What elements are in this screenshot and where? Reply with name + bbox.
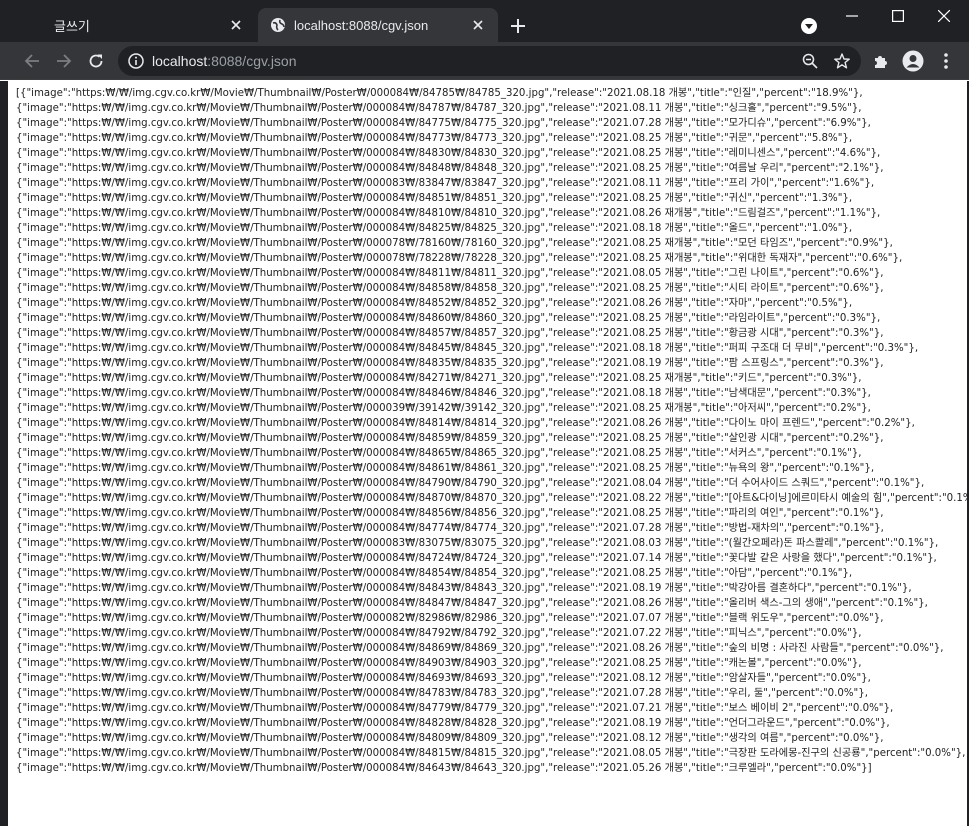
profile-icon [902, 50, 924, 72]
info-icon[interactable] [127, 52, 145, 70]
json-line: {"image":"https:₩/₩/img.cgv.co.kr₩/Movie… [16, 388, 871, 399]
close-icon[interactable] [468, 15, 488, 35]
json-text: [{"image":"https:₩/₩/img.cgv.co.kr₩/Movi… [8, 81, 969, 776]
json-line: {"image":"https:₩/₩/img.cgv.co.kr₩/Movie… [16, 298, 853, 309]
new-tab-button[interactable] [506, 14, 530, 38]
json-line: {"image":"https:₩/₩/img.cgv.co.kr₩/Movie… [16, 328, 884, 339]
json-line: {"image":"https:₩/₩/img.cgv.co.kr₩/Movie… [16, 403, 871, 414]
json-line: {"image":"https:₩/₩/img.cgv.co.kr₩/Movie… [16, 343, 919, 354]
json-line: {"image":"https:₩/₩/img.cgv.co.kr₩/Movie… [16, 268, 884, 279]
star-icon[interactable] [832, 51, 852, 71]
profile-button[interactable] [901, 49, 925, 73]
json-line: {"image":"https:₩/₩/img.cgv.co.kr₩/Movie… [16, 478, 925, 489]
forward-button[interactable] [50, 47, 78, 75]
minimize-button[interactable] [829, 0, 875, 32]
reload-button[interactable] [82, 47, 110, 75]
page-content: [{"image":"https:₩/₩/img.cgv.co.kr₩/Movi… [0, 81, 969, 826]
puzzle-icon [875, 56, 887, 68]
json-line: {"image":"https:₩/₩/img.cgv.co.kr₩/Movie… [16, 133, 853, 144]
json-line: {"image":"https:₩/₩/img.cgv.co.kr₩/Movie… [16, 643, 944, 654]
json-line: {"image":"https:₩/₩/img.cgv.co.kr₩/Movie… [16, 178, 875, 189]
json-line: {"image":"https:₩/₩/img.cgv.co.kr₩/Movie… [16, 103, 862, 114]
json-line: {"image":"https:₩/₩/img.cgv.co.kr₩/Movie… [16, 373, 862, 384]
reload-icon [89, 54, 103, 68]
json-line: {"image":"https:₩/₩/img.cgv.co.kr₩/Movie… [16, 223, 853, 234]
json-line: {"image":"https:₩/₩/img.cgv.co.kr₩/Movie… [16, 583, 912, 594]
json-line: {"image":"https:₩/₩/img.cgv.co.kr₩/Movie… [16, 463, 875, 474]
menu-button[interactable] [934, 49, 958, 73]
address-bar[interactable]: localhost:8088/cgv.json [118, 46, 861, 76]
minimize-icon [846, 15, 858, 17]
close-window-button[interactable] [921, 0, 967, 32]
json-line: {"image":"https:₩/₩/img.cgv.co.kr₩/Movie… [16, 208, 881, 219]
json-line: {"image":"https:₩/₩/img.cgv.co.kr₩/Movie… [16, 748, 966, 759]
json-line: {"image":"https:₩/₩/img.cgv.co.kr₩/Movie… [16, 313, 881, 324]
zoom-icon[interactable] [800, 51, 820, 71]
json-line: {"image":"https:₩/₩/img.cgv.co.kr₩/Movie… [16, 598, 928, 609]
json-line: {"image":"https:₩/₩/img.cgv.co.kr₩/Movie… [16, 148, 881, 159]
extensions-button[interactable] [869, 49, 893, 73]
json-line: {"image":"https:₩/₩/img.cgv.co.kr₩/Movie… [16, 433, 884, 444]
maximize-icon [892, 10, 904, 22]
url-path: :8088/cgv.json [207, 53, 297, 69]
json-line: {"image":"https:₩/₩/img.cgv.co.kr₩/Movie… [16, 553, 937, 564]
back-button[interactable] [18, 47, 46, 75]
kebab-icon [944, 53, 948, 69]
json-line: {"image":"https:₩/₩/img.cgv.co.kr₩/Movie… [16, 238, 893, 249]
browser-toolbar: localhost:8088/cgv.json [0, 42, 969, 80]
forward-arrow-icon [57, 54, 72, 68]
json-line: {"image":"https:₩/₩/img.cgv.co.kr₩/Movie… [16, 418, 915, 429]
json-line: {"image":"https:₩/₩/img.cgv.co.kr₩/Movie… [16, 508, 884, 519]
tab-title: localhost:8088/cgv.json [294, 17, 429, 33]
json-line: {"image":"https:₩/₩/img.cgv.co.kr₩/Movie… [16, 673, 871, 684]
json-line: {"image":"https:₩/₩/img.cgv.co.kr₩/Movie… [16, 718, 890, 729]
json-line: {"image":"https:₩/₩/img.cgv.co.kr₩/Movie… [16, 688, 868, 699]
tab-cgv-json[interactable]: localhost:8088/cgv.json [258, 8, 498, 42]
json-line: {"image":"https:₩/₩/img.cgv.co.kr₩/Movie… [16, 703, 894, 714]
json-line: {"image":"https:₩/₩/img.cgv.co.kr₩/Movie… [16, 613, 884, 624]
json-line: {"image":"https:₩/₩/img.cgv.co.kr₩/Movie… [16, 628, 862, 639]
maximize-button[interactable] [875, 0, 921, 32]
json-line: {"image":"https:₩/₩/img.cgv.co.kr₩/Movie… [16, 568, 853, 579]
json-line: {"image":"https:₩/₩/img.cgv.co.kr₩/Movie… [16, 658, 862, 669]
browser-titlebar: 글쓰기 localhost:8088/cgv.json [0, 0, 969, 42]
tab-title: 글쓰기 [54, 18, 90, 34]
json-line: {"image":"https:₩/₩/img.cgv.co.kr₩/Movie… [16, 733, 884, 744]
json-line: {"image":"https:₩/₩/img.cgv.co.kr₩/Movie… [16, 193, 853, 204]
url-host: localhost [152, 53, 208, 69]
chevron-down-icon [801, 18, 817, 34]
back-arrow-icon [24, 54, 39, 68]
close-icon [938, 10, 950, 22]
json-line: {"image":"https:₩/₩/img.cgv.co.kr₩/Movie… [16, 448, 862, 459]
json-line: {"image":"https:₩/₩/img.cgv.co.kr₩/Movie… [16, 763, 872, 774]
json-line: {"image":"https:₩/₩/img.cgv.co.kr₩/Movie… [16, 358, 884, 369]
json-line: {"image":"https:₩/₩/img.cgv.co.kr₩/Movie… [16, 493, 969, 504]
json-line: {"image":"https:₩/₩/img.cgv.co.kr₩/Movie… [16, 163, 884, 174]
json-line: {"image":"https:₩/₩/img.cgv.co.kr₩/Movie… [16, 118, 871, 129]
json-line: [{"image":"https:₩/₩/img.cgv.co.kr₩/Movi… [16, 88, 863, 99]
tab-write[interactable]: 글쓰기 [8, 8, 256, 42]
globe-icon [270, 17, 286, 33]
url-text[interactable]: localhost:8088/cgv.json [152, 53, 297, 69]
json-line: {"image":"https:₩/₩/img.cgv.co.kr₩/Movie… [16, 538, 939, 549]
json-line: {"image":"https:₩/₩/img.cgv.co.kr₩/Movie… [16, 283, 884, 294]
close-icon[interactable] [226, 15, 246, 35]
tab-search-button[interactable] [799, 16, 819, 36]
json-line: {"image":"https:₩/₩/img.cgv.co.kr₩/Movie… [16, 253, 903, 264]
plus-icon [511, 19, 525, 33]
json-line: {"image":"https:₩/₩/img.cgv.co.kr₩/Movie… [16, 523, 884, 534]
